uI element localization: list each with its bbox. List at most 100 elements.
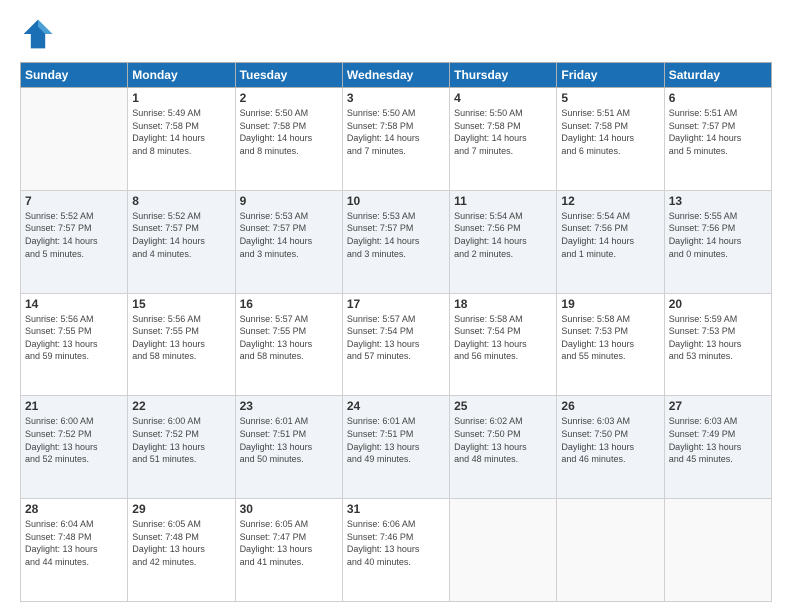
day-info: Sunrise: 5:50 AM Sunset: 7:58 PM Dayligh…	[347, 107, 445, 157]
calendar-day-cell: 6Sunrise: 5:51 AM Sunset: 7:57 PM Daylig…	[664, 88, 771, 191]
day-number: 18	[454, 297, 552, 311]
day-info: Sunrise: 5:50 AM Sunset: 7:58 PM Dayligh…	[454, 107, 552, 157]
day-number: 31	[347, 502, 445, 516]
calendar-week-row: 1 Sunrise: 5:49 AM Sunset: 7:58 PM Daylig…	[21, 88, 772, 191]
day-number: 26	[561, 399, 659, 413]
calendar-day-cell: 20 Sunrise: 5:59 AM Sunset: 7:53 PM Dayli…	[664, 293, 771, 396]
day-number: 12	[561, 194, 659, 208]
page: SundayMondayTuesdayWednesdayThursdayFrid…	[0, 0, 792, 612]
day-info: Sunrise: 5:52 AM Sunset: 7:57 PM Dayligh…	[132, 210, 230, 260]
day-number: 13	[669, 194, 767, 208]
calendar-day-cell: 1 Sunrise: 5:49 AM Sunset: 7:58 PM Daylig…	[128, 88, 235, 191]
day-number: 3	[347, 91, 445, 105]
day-number: 22	[132, 399, 230, 413]
day-info: Sunrise: 6:05 AM Sunset: 7:48 PM Dayligh…	[132, 518, 230, 568]
calendar: SundayMondayTuesdayWednesdayThursdayFrid…	[20, 62, 772, 602]
calendar-day-cell: 25 Sunrise: 6:02 AM Sunset: 7:50 PM Dayli…	[450, 396, 557, 499]
calendar-day-cell: 14 Sunrise: 5:56 AM Sunset: 7:55 PM Dayli…	[21, 293, 128, 396]
day-number: 29	[132, 502, 230, 516]
day-info: Sunrise: 6:03 AM Sunset: 7:49 PM Dayligh…	[669, 415, 767, 465]
calendar-day-cell: 17 Sunrise: 5:57 AM Sunset: 7:54 PM Dayli…	[342, 293, 449, 396]
day-number: 1	[132, 91, 230, 105]
day-info: Sunrise: 6:04 AM Sunset: 7:48 PM Dayligh…	[25, 518, 123, 568]
day-of-week-header: Tuesday	[235, 63, 342, 88]
calendar-week-row: 14 Sunrise: 5:56 AM Sunset: 7:55 PM Dayli…	[21, 293, 772, 396]
calendar-week-row: 21Sunrise: 6:00 AM Sunset: 7:52 PM Dayli…	[21, 396, 772, 499]
calendar-day-cell: 12 Sunrise: 5:54 AM Sunset: 7:56 PM Dayli…	[557, 190, 664, 293]
calendar-day-cell: 22 Sunrise: 6:00 AM Sunset: 7:52 PM Dayli…	[128, 396, 235, 499]
calendar-day-cell: 7 Sunrise: 5:52 AM Sunset: 7:57 PM Daylig…	[21, 190, 128, 293]
day-number: 10	[347, 194, 445, 208]
day-info: Sunrise: 6:02 AM Sunset: 7:50 PM Dayligh…	[454, 415, 552, 465]
logo	[20, 16, 60, 52]
calendar-day-cell: 24 Sunrise: 6:01 AM Sunset: 7:51 PM Dayli…	[342, 396, 449, 499]
calendar-day-cell	[664, 499, 771, 602]
day-of-week-header: Wednesday	[342, 63, 449, 88]
day-of-week-header: Monday	[128, 63, 235, 88]
day-info: Sunrise: 5:56 AM Sunset: 7:55 PM Dayligh…	[25, 313, 123, 363]
day-number: 16	[240, 297, 338, 311]
day-info: Sunrise: 6:05 AM Sunset: 7:47 PM Dayligh…	[240, 518, 338, 568]
calendar-day-cell: 19 Sunrise: 5:58 AM Sunset: 7:53 PM Dayli…	[557, 293, 664, 396]
calendar-day-cell: 29 Sunrise: 6:05 AM Sunset: 7:48 PM Dayli…	[128, 499, 235, 602]
day-number: 17	[347, 297, 445, 311]
day-info: Sunrise: 5:50 AM Sunset: 7:58 PM Dayligh…	[240, 107, 338, 157]
logo-icon	[20, 16, 56, 52]
day-info: Sunrise: 6:01 AM Sunset: 7:51 PM Dayligh…	[347, 415, 445, 465]
calendar-day-cell: 2Sunrise: 5:50 AM Sunset: 7:58 PM Daylig…	[235, 88, 342, 191]
header	[20, 16, 772, 52]
calendar-day-cell: 10 Sunrise: 5:53 AM Sunset: 7:57 PM Dayli…	[342, 190, 449, 293]
calendar-day-cell	[557, 499, 664, 602]
day-info: Sunrise: 6:06 AM Sunset: 7:46 PM Dayligh…	[347, 518, 445, 568]
day-number: 7	[25, 194, 123, 208]
day-number: 24	[347, 399, 445, 413]
calendar-day-cell: 15Sunrise: 5:56 AM Sunset: 7:55 PM Dayli…	[128, 293, 235, 396]
day-of-week-header: Sunday	[21, 63, 128, 88]
calendar-day-cell: 16 Sunrise: 5:57 AM Sunset: 7:55 PM Dayli…	[235, 293, 342, 396]
calendar-day-cell: 3 Sunrise: 5:50 AM Sunset: 7:58 PM Daylig…	[342, 88, 449, 191]
calendar-day-cell: 5Sunrise: 5:51 AM Sunset: 7:58 PM Daylig…	[557, 88, 664, 191]
calendar-day-cell: 4 Sunrise: 5:50 AM Sunset: 7:58 PM Daylig…	[450, 88, 557, 191]
calendar-day-cell: 27 Sunrise: 6:03 AM Sunset: 7:49 PM Dayli…	[664, 396, 771, 499]
day-info: Sunrise: 6:03 AM Sunset: 7:50 PM Dayligh…	[561, 415, 659, 465]
calendar-day-cell: 30Sunrise: 6:05 AM Sunset: 7:47 PM Dayli…	[235, 499, 342, 602]
day-number: 14	[25, 297, 123, 311]
calendar-day-cell: 21Sunrise: 6:00 AM Sunset: 7:52 PM Dayli…	[21, 396, 128, 499]
calendar-day-cell	[21, 88, 128, 191]
day-info: Sunrise: 5:57 AM Sunset: 7:54 PM Dayligh…	[347, 313, 445, 363]
calendar-week-row: 7 Sunrise: 5:52 AM Sunset: 7:57 PM Daylig…	[21, 190, 772, 293]
calendar-day-cell: 28 Sunrise: 6:04 AM Sunset: 7:48 PM Dayli…	[21, 499, 128, 602]
day-info: Sunrise: 5:58 AM Sunset: 7:54 PM Dayligh…	[454, 313, 552, 363]
day-info: Sunrise: 5:53 AM Sunset: 7:57 PM Dayligh…	[240, 210, 338, 260]
day-number: 25	[454, 399, 552, 413]
day-number: 5	[561, 91, 659, 105]
day-info: Sunrise: 5:54 AM Sunset: 7:56 PM Dayligh…	[454, 210, 552, 260]
calendar-day-cell: 9Sunrise: 5:53 AM Sunset: 7:57 PM Daylig…	[235, 190, 342, 293]
day-number: 20	[669, 297, 767, 311]
day-info: Sunrise: 6:00 AM Sunset: 7:52 PM Dayligh…	[132, 415, 230, 465]
day-info: Sunrise: 5:52 AM Sunset: 7:57 PM Dayligh…	[25, 210, 123, 260]
day-of-week-header: Friday	[557, 63, 664, 88]
calendar-day-cell: 31 Sunrise: 6:06 AM Sunset: 7:46 PM Dayli…	[342, 499, 449, 602]
calendar-day-cell	[450, 499, 557, 602]
calendar-day-cell: 8 Sunrise: 5:52 AM Sunset: 7:57 PM Daylig…	[128, 190, 235, 293]
day-number: 27	[669, 399, 767, 413]
day-info: Sunrise: 5:54 AM Sunset: 7:56 PM Dayligh…	[561, 210, 659, 260]
day-info: Sunrise: 5:58 AM Sunset: 7:53 PM Dayligh…	[561, 313, 659, 363]
day-of-week-header: Thursday	[450, 63, 557, 88]
calendar-week-row: 28 Sunrise: 6:04 AM Sunset: 7:48 PM Dayli…	[21, 499, 772, 602]
day-info: Sunrise: 5:59 AM Sunset: 7:53 PM Dayligh…	[669, 313, 767, 363]
day-of-week-header: Saturday	[664, 63, 771, 88]
day-number: 8	[132, 194, 230, 208]
day-number: 4	[454, 91, 552, 105]
day-info: Sunrise: 5:51 AM Sunset: 7:57 PM Dayligh…	[669, 107, 767, 157]
day-number: 19	[561, 297, 659, 311]
calendar-header-row: SundayMondayTuesdayWednesdayThursdayFrid…	[21, 63, 772, 88]
day-info: Sunrise: 6:01 AM Sunset: 7:51 PM Dayligh…	[240, 415, 338, 465]
day-info: Sunrise: 5:53 AM Sunset: 7:57 PM Dayligh…	[347, 210, 445, 260]
day-info: Sunrise: 5:49 AM Sunset: 7:58 PM Dayligh…	[132, 107, 230, 157]
day-number: 28	[25, 502, 123, 516]
day-number: 23	[240, 399, 338, 413]
day-info: Sunrise: 5:57 AM Sunset: 7:55 PM Dayligh…	[240, 313, 338, 363]
calendar-day-cell: 18 Sunrise: 5:58 AM Sunset: 7:54 PM Dayli…	[450, 293, 557, 396]
